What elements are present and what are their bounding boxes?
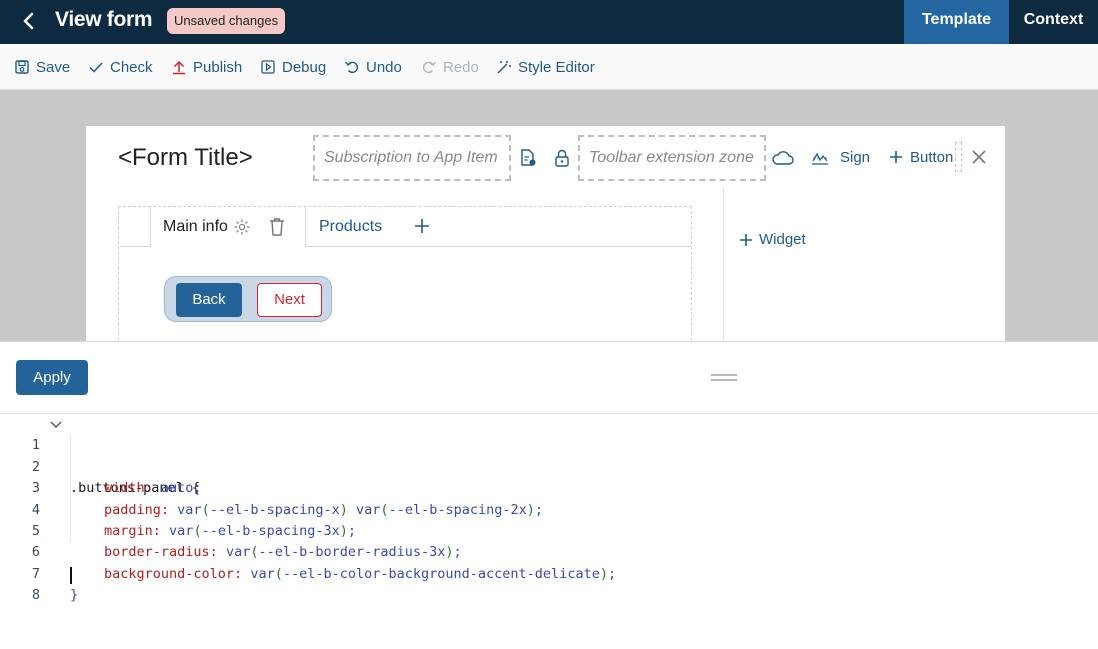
- buttons-panel: Back Next: [164, 276, 332, 322]
- column-divider: [723, 188, 724, 341]
- cloud-icon[interactable]: [771, 148, 795, 168]
- code-line: 4 margin: var(--el-b-spacing-3x);: [0, 478, 1098, 539]
- tabs-container: Main info Products Back Next: [118, 206, 692, 341]
- code-line: 1 .buttons-panel {: [0, 414, 1098, 496]
- save-icon: [15, 60, 29, 74]
- tab-main-info[interactable]: Main info: [150, 207, 306, 247]
- style-editor-label: Style Editor: [518, 58, 595, 76]
- undo-label: Undo: [366, 58, 402, 76]
- check-button[interactable]: Check: [88, 57, 153, 77]
- add-widget-label: Widget: [759, 231, 806, 248]
- debug-icon: [261, 60, 275, 74]
- signature-icon: [810, 148, 830, 168]
- form-title[interactable]: <Form Title>: [118, 144, 253, 172]
- lock-icon[interactable]: [552, 148, 572, 168]
- subscription-dropzone[interactable]: Subscription to App Item: [313, 135, 511, 181]
- redo-icon: [422, 61, 437, 74]
- text-cursor: [70, 566, 72, 584]
- redo-button[interactable]: Redo: [421, 57, 479, 77]
- save-label: Save: [36, 58, 71, 76]
- debug-label: Debug: [282, 58, 327, 76]
- add-button[interactable]: Button: [910, 149, 953, 166]
- undo-button[interactable]: Undo: [344, 57, 402, 77]
- form-canvas: <Form Title> Subscription to App Item To…: [0, 90, 1098, 341]
- code-line: 8: [0, 564, 1098, 603]
- debug-button[interactable]: Debug: [260, 57, 326, 77]
- tab-context[interactable]: Context: [1009, 0, 1098, 44]
- sign-button[interactable]: Sign: [840, 149, 870, 166]
- unsaved-changes-badge: Unsaved changes: [167, 8, 286, 34]
- tab-template[interactable]: Template: [904, 0, 1009, 44]
- code-line: 7 }: [0, 542, 1098, 603]
- toolbar-extension-dropzone[interactable]: Toolbar extension zone: [578, 135, 766, 181]
- tab-strip: Main info Products: [119, 207, 691, 247]
- redo-label: Redo: [443, 58, 479, 76]
- code-line: 6 background-color: var(--el-b-color-bac…: [0, 521, 1098, 581]
- save-button[interactable]: Save: [14, 57, 70, 77]
- apply-button[interactable]: Apply: [16, 360, 88, 395]
- line-number: 8: [31, 587, 40, 604]
- style-editor-panel: Apply 1 .buttons-panel { 2 width: auto; …: [0, 341, 1098, 603]
- fold-chevron-icon[interactable]: [49, 419, 63, 431]
- publish-button[interactable]: Publish: [171, 57, 242, 77]
- top-bar: View form Unsaved changes Template Conte…: [0, 0, 1098, 44]
- document-settings-icon[interactable]: [518, 148, 538, 168]
- tab-main-info-label: Main info: [163, 218, 228, 235]
- plus-icon: [740, 233, 752, 246]
- code-line: 3 padding: var(--el-b-spacing-x) var(--e…: [0, 457, 1098, 517]
- trash-icon[interactable]: [268, 217, 286, 237]
- next-button[interactable]: Next: [257, 283, 322, 317]
- editor-toolbar: Save Check Publish Debug Undo Redo Style…: [0, 44, 1098, 90]
- magic-wand-icon: [497, 61, 511, 74]
- back-button[interactable]: Back: [176, 283, 242, 317]
- code-line: 5 border-radius: var(--el-b-border-radiu…: [0, 500, 1098, 560]
- undo-icon: [344, 61, 359, 74]
- code-brace: }: [70, 587, 79, 604]
- publish-label: Publish: [193, 58, 243, 76]
- code-line: 2 width: auto;: [0, 435, 1098, 496]
- plus-icon: [888, 149, 904, 165]
- publish-icon: [173, 60, 185, 75]
- gear-icon[interactable]: [233, 218, 251, 236]
- tab-products[interactable]: Products: [319, 218, 382, 236]
- check-label: Check: [110, 58, 153, 76]
- style-editor-button[interactable]: Style Editor: [496, 57, 595, 77]
- check-icon: [89, 62, 103, 73]
- code-editor[interactable]: 1 .buttons-panel { 2 width: auto; 3 padd…: [0, 414, 1098, 603]
- add-tab-plus-icon[interactable]: [413, 217, 431, 235]
- back-arrow-icon[interactable]: [18, 10, 40, 32]
- page-title: View form: [55, 8, 153, 31]
- form-preview: <Form Title> Subscription to App Item To…: [86, 126, 1005, 341]
- resize-handle[interactable]: [711, 374, 737, 382]
- add-widget-button[interactable]: Widget: [739, 231, 806, 248]
- close-icon[interactable]: [971, 149, 987, 165]
- drop-marker: [955, 142, 962, 172]
